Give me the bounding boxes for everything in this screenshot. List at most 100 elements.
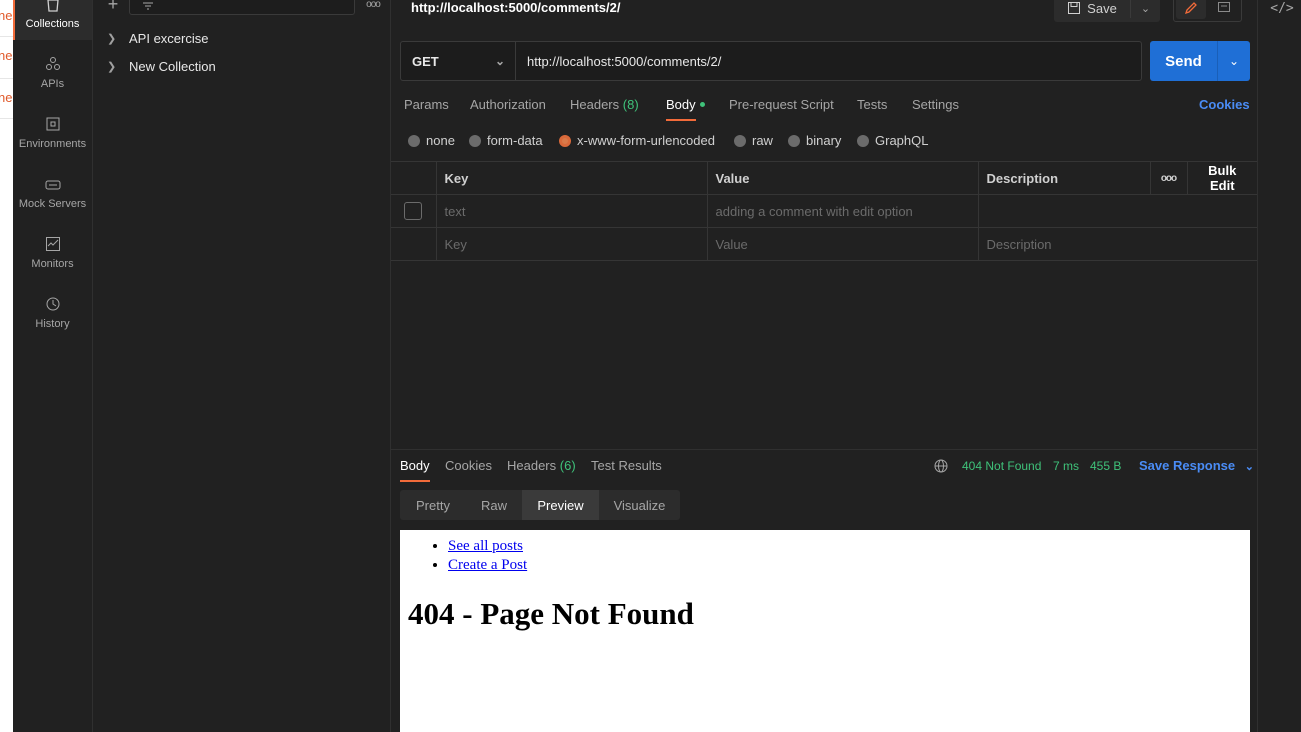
collection-label: New Collection [129,58,216,74]
radio-raw[interactable]: raw [734,133,773,148]
divider [0,118,13,119]
view-raw-button[interactable]: Raw [466,490,522,520]
edit-pencil-icon[interactable] [1176,0,1206,19]
column-header-key: Key [435,161,708,195]
new-collection-plus-icon[interactable]: + [105,0,121,14]
view-pretty-button[interactable]: Pretty [400,490,466,520]
code-snippet-icon[interactable]: </> [1270,0,1293,16]
save-options-chevron-icon[interactable]: ⌄ [1131,0,1160,22]
chevron-down-icon: ⌄ [1244,461,1254,473]
collection-item[interactable]: ❯ API excercise [107,27,208,49]
response-tab-test-results[interactable]: Test Results [591,458,662,473]
sidebar-item-mock-servers[interactable]: Mock Servers [13,160,92,220]
tab-body[interactable]: Body [666,97,705,121]
sidebar-item-collections[interactable]: Collections [13,0,92,40]
environments-icon [46,117,59,131]
tab-body-label: Body [666,97,696,112]
tab-params[interactable]: Params [404,97,449,112]
url-input[interactable]: http://localhost:5000/comments/2/ [527,54,721,69]
request-title: http://localhost:5000/comments/2/ [411,0,621,15]
bulk-edit-button[interactable]: Bulk Edit [1186,161,1257,195]
chevron-right-icon: ❯ [107,60,117,73]
new-value-input[interactable]: Value [706,227,979,261]
method-select[interactable]: GET ⌄ [401,42,516,80]
background-text-fragment: ne [0,90,13,105]
row-checkbox-cell [391,227,437,261]
globe-icon[interactable] [934,459,948,473]
row-value-cell[interactable]: adding a comment with edit option [706,194,979,228]
radio-label: GraphQL [875,133,929,148]
pane-divider[interactable] [391,449,1257,450]
sidebar-item-history[interactable]: History [13,280,92,340]
response-tab-body[interactable]: Body [400,458,430,482]
apis-icon [45,57,60,70]
tab-prerequest-script[interactable]: Pre-request Script [729,97,834,112]
row-checkbox[interactable] [404,202,423,220]
sidebar-nav: Collections APIs Environments Mock Serve… [13,0,93,732]
collection-label: API excercise [129,30,209,46]
more-options-icon[interactable]: ooo [361,0,385,12]
list-item: Create a Post [448,557,527,574]
save-label: Save [1087,0,1117,16]
headers-count-badge: (8) [622,97,639,112]
tab-settings[interactable]: Settings [912,97,959,112]
preview-link-list: See all posts Create a Post [448,538,527,576]
monitor-icon [45,237,60,251]
view-preview-button[interactable]: Preview [522,490,599,520]
view-visualize-button[interactable]: Visualize [599,490,680,520]
right-rail: </> [1257,0,1301,732]
radio-dot [469,134,481,147]
column-header-description: Description [977,161,1151,195]
table-header-cell [391,161,437,195]
radio-dot [788,134,800,147]
sidebar-item-label: Environments [18,138,87,150]
chevron-right-icon: ❯ [107,32,117,45]
tab-authorization[interactable]: Authorization [470,97,546,112]
mock-server-icon [45,180,60,190]
radio-binary[interactable]: binary [788,133,841,148]
radio-graphql[interactable]: GraphQL [857,133,928,148]
background-text-fragment: ne [0,48,13,63]
trash-can-icon [46,0,59,12]
see-all-posts-link[interactable]: See all posts [448,538,523,554]
radio-label: raw [752,133,773,148]
divider [0,78,13,79]
radio-none[interactable]: none [408,133,455,148]
table-row: text adding a comment with edit option [391,194,1257,228]
sidebar-item-label: Mock Servers [18,198,87,210]
sidebar-item-label: APIs [40,78,65,90]
body-params-table: Key Value Description ooo Bulk Edit text… [391,161,1257,261]
save-button[interactable]: Save [1054,0,1130,22]
cookies-link[interactable]: Cookies [1199,97,1250,112]
response-preview: See all posts Create a Post 404 - Page N… [400,530,1250,732]
new-key-input[interactable]: Key [435,227,708,261]
sidebar-item-environments[interactable]: Environments [13,100,92,160]
list-item: See all posts [448,538,527,555]
table-row-new: Key Value Description [391,227,1257,261]
table-more-options-icon[interactable]: ooo [1149,161,1188,195]
chevron-down-icon: ⌄ [495,54,506,68]
create-a-post-link[interactable]: Create a Post [448,557,527,573]
sidebar-item-apis[interactable]: APIs [13,40,92,100]
collections-filter-input[interactable] [129,0,355,15]
send-options-chevron-icon[interactable]: ⌄ [1218,41,1250,81]
method-label: GET [412,53,439,69]
send-button[interactable]: Send [1150,41,1217,81]
new-description-input[interactable]: Description [977,227,1257,261]
save-response-button[interactable]: Save Response ⌄ [1139,458,1254,473]
row-description-cell[interactable] [977,194,1257,228]
radio-form-data[interactable]: form-data [469,133,543,148]
response-tab-cookies[interactable]: Cookies [445,458,492,473]
background-window-strip: ne ne ne [0,0,13,732]
comment-icon[interactable] [1209,0,1239,19]
view-mode-segmented: Pretty Raw Preview Visualize [400,490,680,520]
radio-urlencoded[interactable]: x-www-form-urlencoded [559,133,715,148]
collection-item[interactable]: ❯ New Collection [107,55,216,77]
tab-headers[interactable]: Headers (8) [570,97,639,112]
response-tab-headers[interactable]: Headers (6) [507,458,576,473]
row-key-cell[interactable]: text [435,194,708,228]
response-size: 455 B [1090,459,1122,473]
save-response-label: Save Response [1139,458,1236,473]
sidebar-item-monitors[interactable]: Monitors [13,220,92,280]
tab-tests[interactable]: Tests [857,97,887,112]
